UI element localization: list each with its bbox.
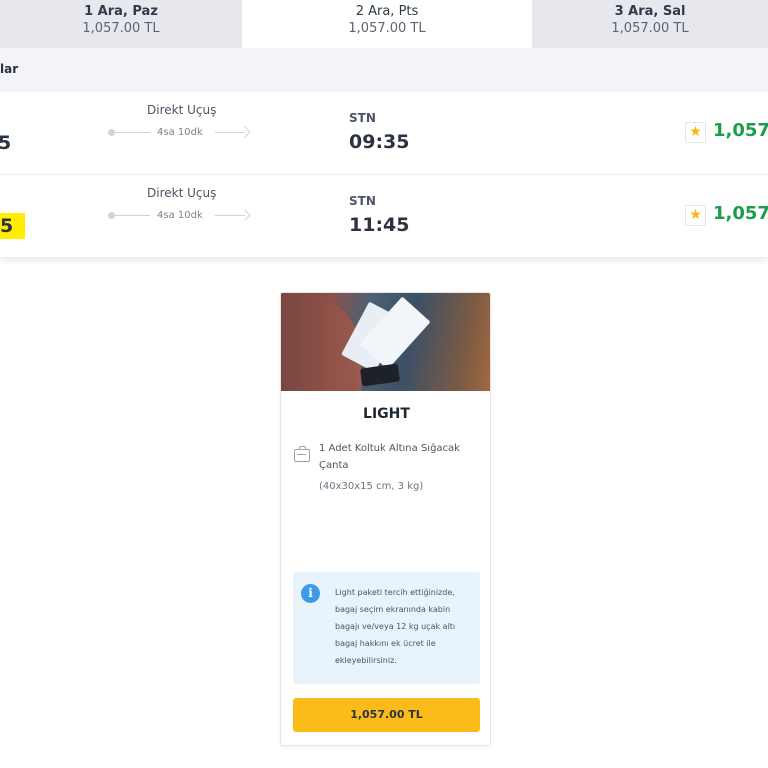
flight-price[interactable]: 1,057.: [713, 203, 768, 224]
flight-duration: 4sa 10dk: [157, 127, 203, 138]
star-icon: ★: [685, 205, 706, 226]
star-icon: ★: [685, 122, 706, 143]
route-line: [110, 215, 150, 216]
date-tab-day: 1 Ara, Paz: [84, 4, 158, 19]
date-tab-price: 1,057.00 TL: [611, 21, 689, 36]
date-tab-day: 3 Ara, Sal: [614, 4, 686, 19]
info-icon: i: [301, 584, 320, 603]
departure-time: 5: [0, 213, 26, 239]
info-box: i Light paketi tercih ettiğinizde, bagaj…: [293, 572, 480, 684]
baggage-icon: [294, 446, 310, 462]
route-line: [110, 132, 150, 133]
select-package-button[interactable]: 1,057.00 TL: [293, 698, 480, 732]
departure-time: 5: [0, 132, 12, 154]
photo-phone: [359, 363, 401, 387]
route-arrow-icon: [239, 126, 251, 138]
route-arrow-icon: [239, 209, 251, 221]
arrival-time: 09:35: [349, 131, 410, 153]
baggage-allowance-text: 1 Adet Koltuk Altına Sığacak Çanta: [319, 443, 460, 471]
baggage-dimensions: (40x30x15 cm, 3 kg): [319, 481, 424, 492]
date-tab-2-ara[interactable]: 2 Ara, Pts 1,057.00 TL: [242, 0, 532, 48]
package-card-light: LIGHT 1 Adet Koltuk Altına Sığacak Çanta…: [280, 292, 491, 746]
flight-duration: 4sa 10dk: [157, 210, 203, 221]
flight-list-header-label: lar: [0, 62, 19, 76]
arrival-airport-code: STN: [349, 194, 376, 208]
flight-list: 5 Direkt Uçuş 4sa 10dk STN 09:35 ★ 1,057…: [0, 92, 768, 258]
date-tabs: 1 Ara, Paz 1,057.00 TL 2 Ara, Pts 1,057.…: [0, 0, 768, 48]
date-tab-1-ara[interactable]: 1 Ara, Paz 1,057.00 TL: [0, 0, 242, 48]
flight-price[interactable]: 1,057.: [713, 120, 768, 141]
package-title: LIGHT: [363, 406, 410, 422]
arrival-time: 11:45: [349, 214, 410, 236]
flight-row[interactable]: 5 Direkt Uçuş 4sa 10dk STN 09:35 ★ 1,057…: [0, 92, 768, 175]
arrival-airport-code: STN: [349, 111, 376, 125]
flight-type: Direkt Uçuş: [147, 186, 217, 200]
date-tab-3-ara[interactable]: 3 Ara, Sal 1,057.00 TL: [532, 0, 768, 48]
package-photo: [281, 293, 490, 391]
date-tab-day: 2 Ara, Pts: [355, 4, 419, 19]
date-tab-price: 1,057.00 TL: [348, 21, 426, 36]
info-text: Light paketi tercih ettiğinizde, bagaj s…: [335, 588, 456, 665]
flight-list-header: lar: [0, 48, 768, 92]
date-tab-price: 1,057.00 TL: [82, 21, 160, 36]
flight-row[interactable]: 5 Direkt Uçuş 4sa 10dk STN 11:45 ★ 1,057…: [0, 175, 768, 258]
flight-type: Direkt Uçuş: [147, 103, 217, 117]
